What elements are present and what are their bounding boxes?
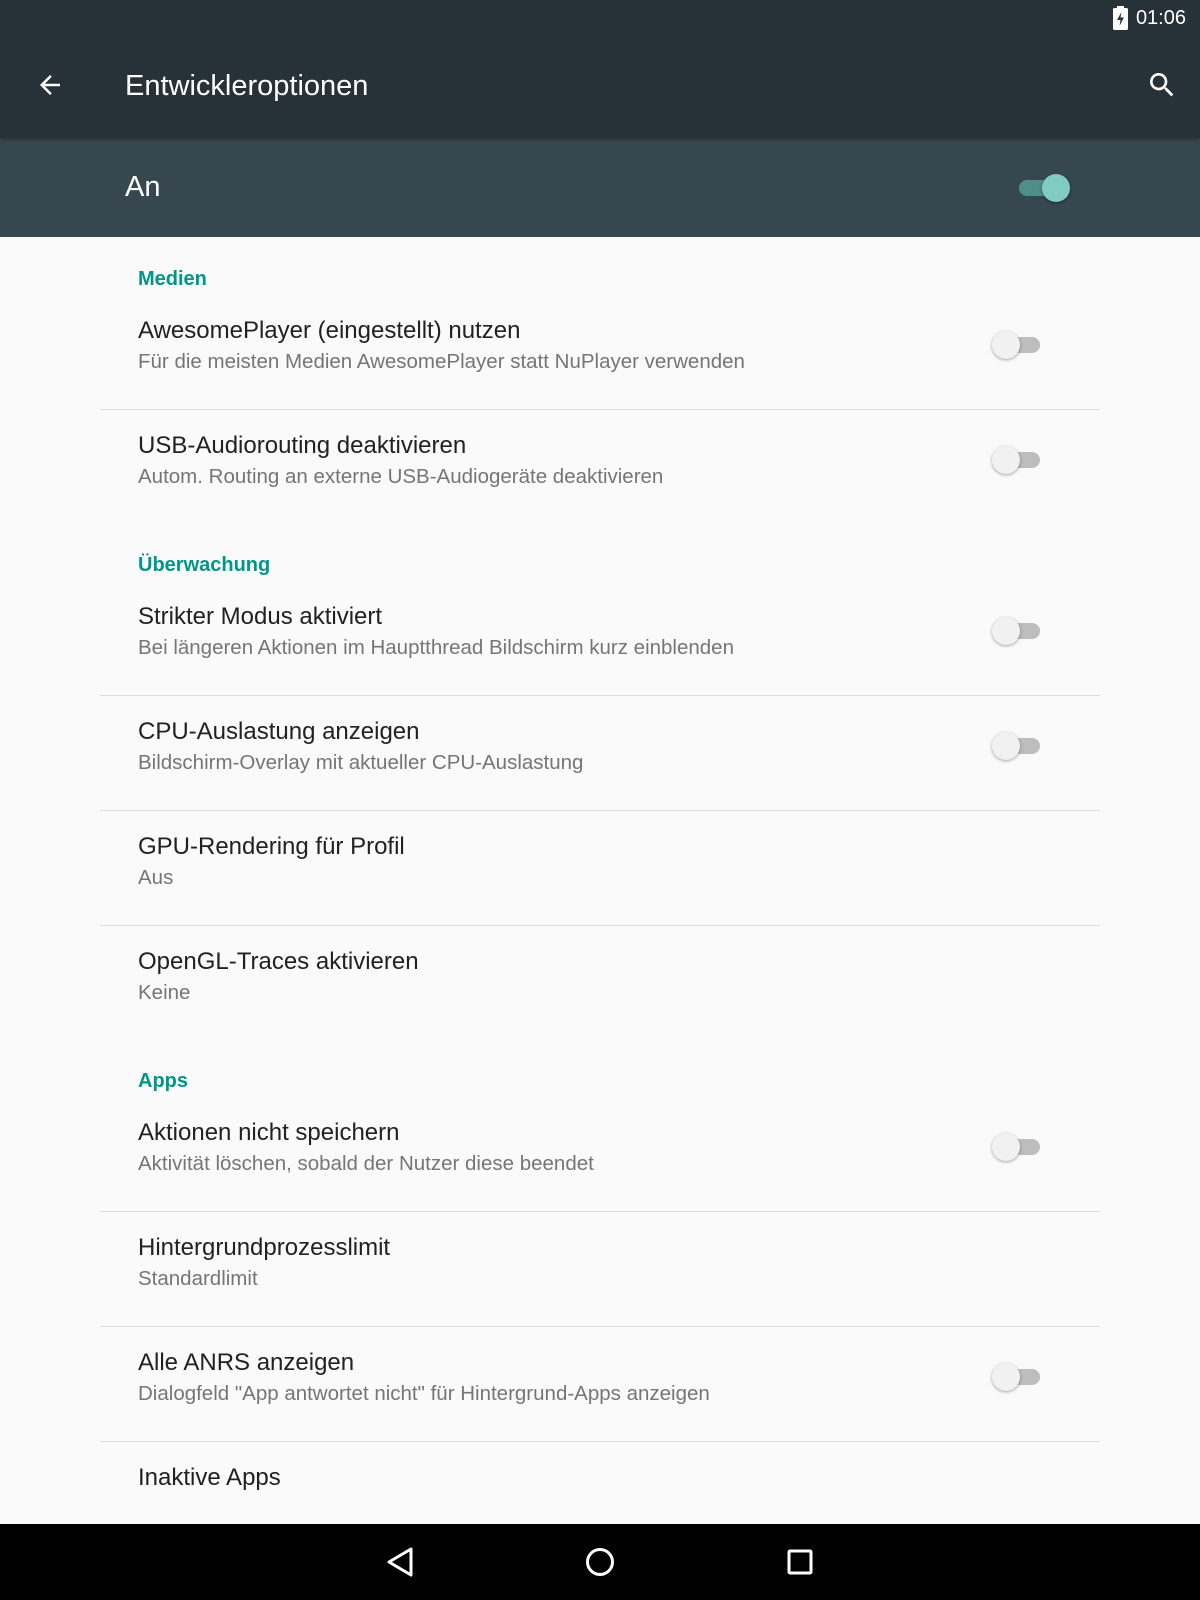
divider xyxy=(100,695,1100,696)
pref-cpu-auslastung[interactable]: CPU-Auslastung anzeigen Bildschirm-Overl… xyxy=(100,702,1100,816)
nav-back-icon xyxy=(387,1547,413,1577)
switch-thumb xyxy=(992,331,1020,359)
app-bar: Entwickleroptionen xyxy=(0,37,1200,138)
master-switch-label: An xyxy=(125,171,161,203)
aktionen-nicht-speichern-switch[interactable] xyxy=(992,1132,1046,1162)
navigation-bar xyxy=(0,1524,1200,1600)
pref-summary: Keine xyxy=(138,981,191,1004)
pref-title: Inaktive Apps xyxy=(138,1464,281,1491)
master-switch-bar[interactable]: An xyxy=(0,138,1200,237)
pref-summary: Standardlimit xyxy=(138,1267,258,1290)
pref-summary: Für die meisten Medien AwesomePlayer sta… xyxy=(138,350,745,373)
pref-usb-audiorouting[interactable]: USB-Audiorouting deaktivieren Autom. Rou… xyxy=(100,416,1100,530)
master-switch-toggle[interactable] xyxy=(1017,174,1071,202)
usb-audiorouting-switch[interactable] xyxy=(992,445,1046,475)
search-button[interactable] xyxy=(1138,61,1186,109)
pref-title: Aktionen nicht speichern xyxy=(138,1119,400,1146)
pref-summary: Bildschirm-Overlay mit aktueller CPU-Aus… xyxy=(138,751,584,774)
switch-thumb xyxy=(992,1133,1020,1161)
section-header-ueberwachung: Überwachung xyxy=(138,554,271,576)
awesomeplayer-switch[interactable] xyxy=(992,330,1046,360)
pref-gpu-rendering[interactable]: GPU-Rendering für Profil Aus xyxy=(100,817,1100,931)
pref-title: Strikter Modus aktiviert xyxy=(138,603,383,630)
divider xyxy=(100,1326,1100,1327)
pref-title: Hintergrundprozesslimit xyxy=(138,1234,391,1261)
switch-thumb xyxy=(992,1363,1020,1391)
status-time: 01:06 xyxy=(1135,6,1186,29)
pref-title: GPU-Rendering für Profil xyxy=(138,833,405,860)
section-header-medien: Medien xyxy=(138,268,207,290)
switch-thumb xyxy=(992,446,1020,474)
switch-thumb xyxy=(992,732,1020,760)
status-icons: 01:06 xyxy=(1112,6,1186,30)
nav-recents-icon xyxy=(787,1549,813,1575)
pref-summary: Aktivität löschen, sobald der Nutzer die… xyxy=(138,1152,594,1175)
divider xyxy=(100,810,1100,811)
pref-aktionen-nicht-speichern[interactable]: Aktionen nicht speichern Aktivität lösch… xyxy=(100,1103,1100,1217)
pref-hintergrundprozesslimit[interactable]: Hintergrundprozesslimit Standardlimit xyxy=(100,1218,1100,1332)
search-icon xyxy=(1150,73,1174,97)
divider xyxy=(100,1211,1100,1212)
pref-title: CPU-Auslastung anzeigen xyxy=(138,718,420,745)
back-button[interactable] xyxy=(26,61,74,109)
nav-back-button[interactable] xyxy=(370,1534,430,1590)
pref-awesomeplayer[interactable]: AwesomePlayer (eingestellt) nutzen Für d… xyxy=(100,301,1100,415)
divider xyxy=(100,1441,1100,1442)
pref-summary: Autom. Routing an externe USB-Audiogerät… xyxy=(138,465,664,488)
nav-recents-button[interactable] xyxy=(770,1534,830,1590)
alle-anrs-switch[interactable] xyxy=(992,1362,1046,1392)
pref-alle-anrs[interactable]: Alle ANRS anzeigen Dialogfeld "App antwo… xyxy=(100,1333,1100,1447)
divider xyxy=(100,409,1100,410)
pref-summary: Dialogfeld "App antwortet nicht" für Hin… xyxy=(138,1382,710,1405)
divider xyxy=(100,925,1100,926)
nav-home-button[interactable] xyxy=(570,1534,630,1590)
battery-charging-icon xyxy=(1112,6,1128,30)
page-title: Entwickleroptionen xyxy=(125,70,369,102)
arrow-back-icon xyxy=(40,75,60,95)
nav-home-icon xyxy=(586,1548,614,1576)
pref-summary: Bei längeren Aktionen im Hauptthread Bil… xyxy=(138,636,734,659)
switch-thumb xyxy=(992,617,1020,645)
strikter-modus-switch[interactable] xyxy=(992,616,1046,646)
pref-opengl-traces[interactable]: OpenGL-Traces aktivieren Keine xyxy=(100,932,1100,1046)
pref-title: OpenGL-Traces aktivieren xyxy=(138,948,419,975)
pref-strikter-modus[interactable]: Strikter Modus aktiviert Bei längeren Ak… xyxy=(100,587,1100,701)
pref-title: USB-Audiorouting deaktivieren xyxy=(138,432,467,459)
cpu-auslastung-switch[interactable] xyxy=(992,731,1046,761)
pref-inaktive-apps[interactable]: Inaktive Apps xyxy=(100,1448,1100,1524)
pref-summary: Aus xyxy=(138,866,174,889)
switch-thumb xyxy=(1042,174,1070,202)
status-bar: 01:06 xyxy=(0,0,1200,37)
pref-title: AwesomePlayer (eingestellt) nutzen xyxy=(138,317,521,344)
pref-title: Alle ANRS anzeigen xyxy=(138,1349,355,1376)
settings-list[interactable]: Medien AwesomePlayer (eingestellt) nutze… xyxy=(0,237,1200,1524)
section-header-apps: Apps xyxy=(138,1070,188,1092)
